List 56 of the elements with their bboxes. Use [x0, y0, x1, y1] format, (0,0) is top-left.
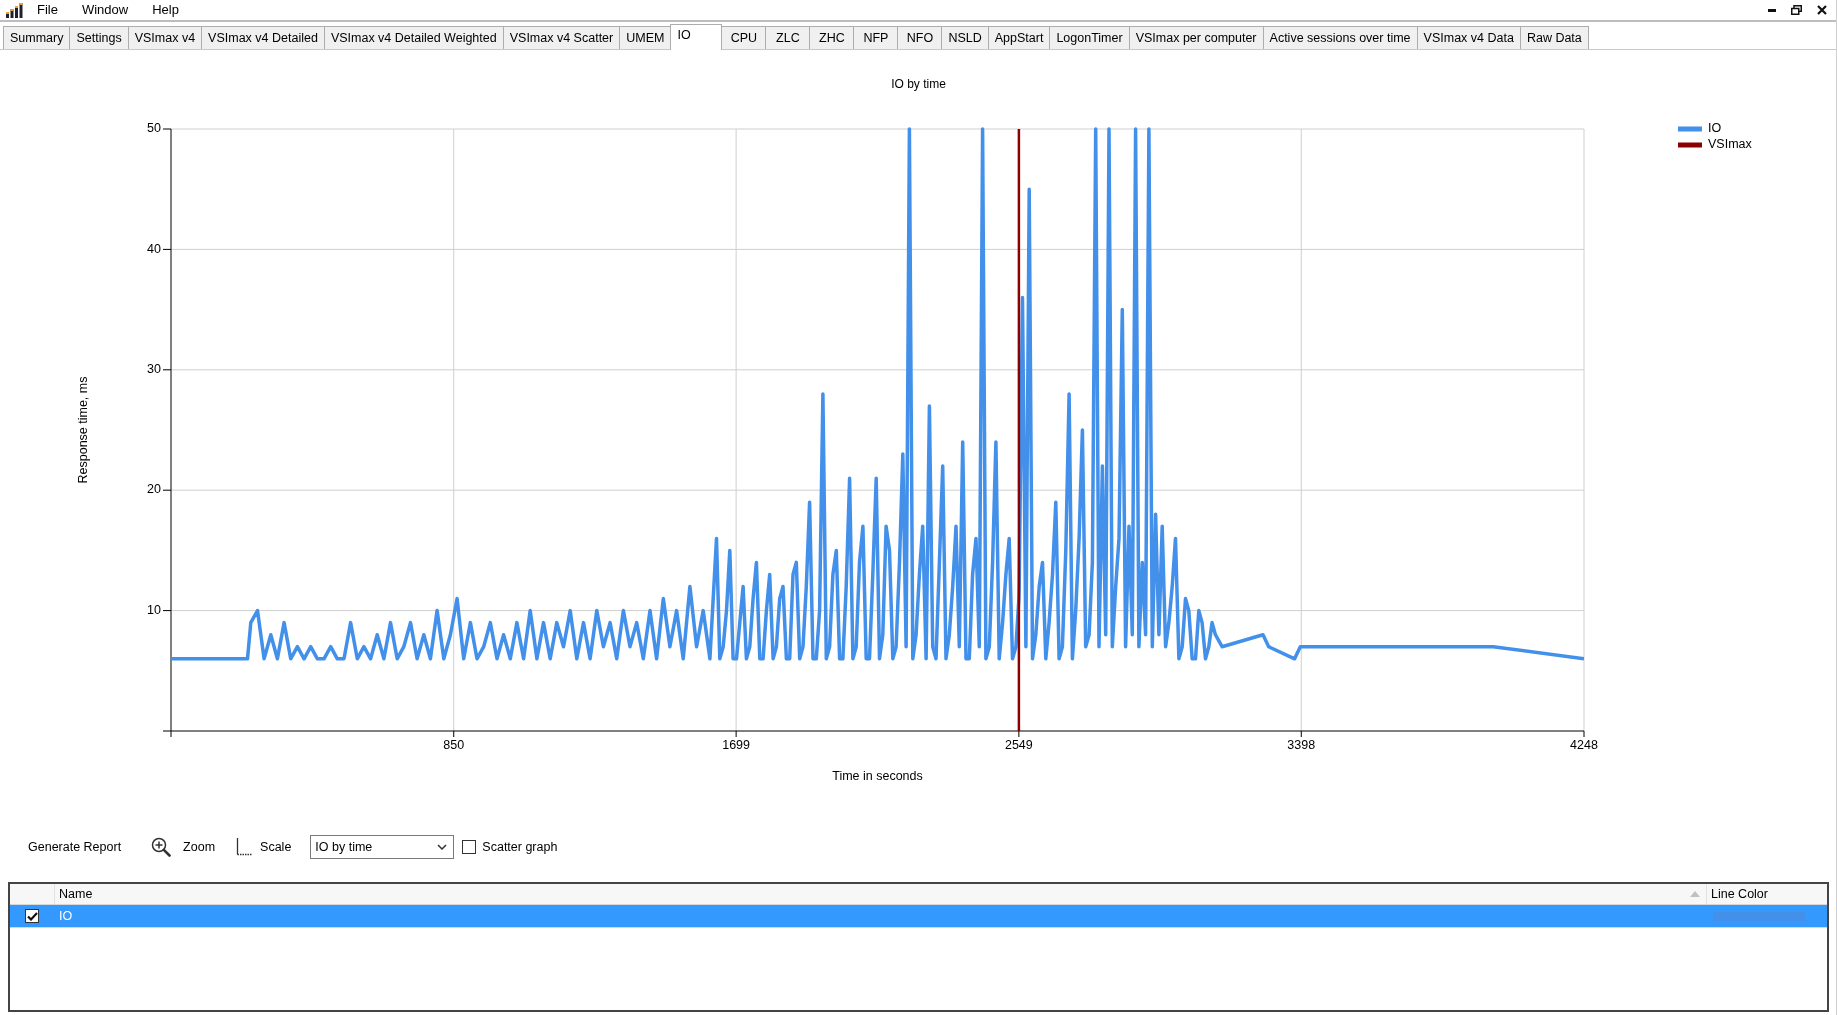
- generate-report-button[interactable]: Generate Report: [28, 840, 122, 854]
- x-tick-label: 850: [443, 738, 465, 753]
- x-tick-label: 1699: [722, 738, 751, 753]
- tab[interactable]: ZLC: [765, 26, 811, 49]
- x-axis-title: Time in seconds: [832, 769, 923, 784]
- zoom-in-icon: [151, 837, 172, 857]
- y-tick-label: 50: [147, 121, 161, 136]
- restore-icon[interactable]: [1791, 5, 1802, 15]
- tab[interactable]: NSLD: [941, 26, 989, 49]
- tab[interactable]: Active sessions over time: [1262, 26, 1418, 49]
- tab[interactable]: UMEM: [619, 26, 672, 49]
- menu-item[interactable]: File: [25, 1, 70, 19]
- tab[interactable]: Summary: [3, 26, 71, 49]
- x-tick-label: 4248: [1570, 738, 1598, 753]
- tab[interactable]: VSImax per computer: [1128, 26, 1264, 49]
- minimize-icon[interactable]: [1768, 8, 1776, 12]
- tab[interactable]: IO: [670, 24, 723, 50]
- tab[interactable]: NFO: [897, 26, 943, 49]
- x-tick-label: 2549: [1004, 738, 1033, 753]
- tab[interactable]: NFP: [853, 26, 899, 49]
- tab[interactable]: ZHC: [809, 26, 855, 49]
- chart-title: IO by time: [891, 77, 946, 92]
- column-header[interactable]: Name: [55, 884, 1707, 904]
- y-tick-label: 20: [147, 482, 161, 497]
- check-icon: [26, 911, 38, 921]
- menu-item[interactable]: Help: [140, 1, 191, 19]
- zoom-button[interactable]: Zoom: [151, 837, 216, 857]
- chart-dropdown[interactable]: IO by time: [310, 835, 455, 859]
- table-cell: IO: [59, 909, 73, 923]
- close-icon[interactable]: [1817, 5, 1827, 15]
- scale-icon: [236, 838, 253, 856]
- tab[interactable]: VSImax v4 Detailed Weighted: [323, 26, 504, 49]
- tab[interactable]: VSImax v4: [127, 26, 203, 49]
- tab[interactable]: VSImax v4 Scatter: [502, 26, 621, 49]
- chevron-down-icon: [437, 844, 448, 850]
- y-tick-label: 30: [147, 362, 161, 377]
- row-checkbox[interactable]: [25, 909, 39, 923]
- x-tick-label: 3398: [1287, 738, 1316, 753]
- scale-button[interactable]: Scale: [236, 838, 292, 856]
- app-icon: [5, 2, 23, 18]
- y-tick-label: 40: [147, 241, 161, 256]
- legend-label: VSImax: [1708, 137, 1752, 152]
- column-header[interactable]: Line Color: [1707, 884, 1827, 904]
- y-tick-label: 10: [147, 602, 161, 617]
- tab[interactable]: LogonTimer: [1049, 26, 1130, 49]
- y-axis-title: Response time, ms: [76, 376, 91, 484]
- tab[interactable]: VSImax v4 Detailed: [201, 26, 325, 49]
- legend-label: IO: [1708, 121, 1722, 136]
- scatter-graph-checkbox[interactable]: [462, 840, 477, 854]
- tab[interactable]: AppStart: [987, 26, 1051, 49]
- tab[interactable]: CPU: [721, 26, 767, 49]
- tab[interactable]: VSImax v4 Data: [1416, 26, 1521, 49]
- tab[interactable]: Raw Data: [1519, 26, 1589, 49]
- menu-item[interactable]: Window: [69, 1, 141, 19]
- tab[interactable]: Settings: [69, 26, 129, 49]
- checkbox-label[interactable]: Scatter graph: [482, 840, 558, 854]
